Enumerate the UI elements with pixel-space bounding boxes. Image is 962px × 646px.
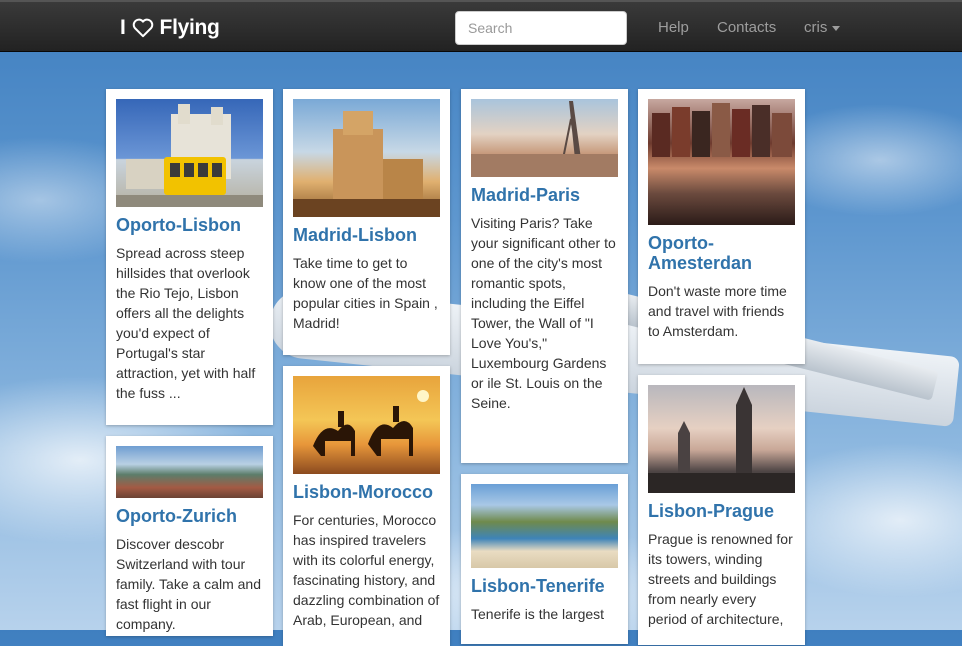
nav-link-help[interactable]: Help (658, 19, 689, 36)
card-description: For centuries, Morocco has inspired trav… (293, 512, 440, 628)
card-lisbon-prague[interactable]: Lisbon-Prague Prague is renowned for its… (638, 375, 805, 645)
caret-down-icon (832, 25, 841, 31)
user-menu-dropdown[interactable]: cris (804, 19, 841, 36)
card-title[interactable]: Madrid-Lisbon (293, 225, 440, 245)
card-description: Spread across steep hillsides that overl… (116, 245, 256, 401)
card-image-eiffel-tower (471, 99, 618, 177)
brand-name: Flying (159, 16, 220, 39)
card-lisbon-tenerife[interactable]: Lisbon-Tenerife Tenerife is the largest (461, 474, 628, 644)
card-title[interactable]: Oporto-Amesterdan (648, 233, 795, 273)
card-oporto-lisbon[interactable]: Oporto-Lisbon Spread across steep hillsi… (106, 89, 273, 425)
card-description: Take time to get to know one of the most… (293, 255, 438, 331)
card-description: Prague is renowned for its towers, windi… (648, 531, 793, 627)
card-description: Don't waste more time and travel with fr… (648, 283, 787, 339)
card-image-belem-tower (293, 99, 440, 217)
navbar: I Flying Help Contacts cris (0, 0, 962, 52)
card-description: Tenerife is the largest (471, 606, 605, 622)
card-image-tenerife-beach (471, 484, 618, 568)
card-title[interactable]: Lisbon-Prague (648, 501, 795, 521)
card-image-zurich (116, 446, 263, 498)
card-title[interactable]: Oporto-Zurich (116, 506, 263, 526)
card-image-camels (293, 376, 440, 474)
brand-prefix: I (120, 16, 126, 39)
brand-logo[interactable]: I Flying (120, 15, 220, 41)
card-oporto-amesterdan[interactable]: Oporto-Amesterdan Don't waste more time … (638, 89, 805, 364)
user-name: cris (804, 19, 828, 36)
card-lisbon-morocco[interactable]: Lisbon-Morocco For centuries, Morocco ha… (283, 366, 450, 646)
card-title[interactable]: Lisbon-Tenerife (471, 576, 618, 596)
card-madrid-lisbon[interactable]: Madrid-Lisbon Take time to get to know o… (283, 89, 450, 355)
card-description: Visiting Paris? Take your significant ot… (471, 215, 616, 411)
card-image-amsterdam-canal (648, 99, 795, 225)
card-title[interactable]: Oporto-Lisbon (116, 215, 263, 235)
card-title[interactable]: Lisbon-Morocco (293, 482, 440, 502)
nav-link-contacts[interactable]: Contacts (717, 19, 776, 36)
card-oporto-zurich[interactable]: Oporto-Zurich Discover descobr Switzerla… (106, 436, 273, 636)
card-description: Discover descobr Switzerland with tour f… (116, 536, 261, 632)
search-input[interactable] (455, 11, 627, 45)
card-madrid-paris[interactable]: Madrid-Paris Visiting Paris? Take your s… (461, 89, 628, 463)
card-title[interactable]: Madrid-Paris (471, 185, 618, 205)
heart-icon (132, 18, 153, 38)
card-image-lisbon-tram (116, 99, 263, 207)
card-image-prague-bridge (648, 385, 795, 493)
